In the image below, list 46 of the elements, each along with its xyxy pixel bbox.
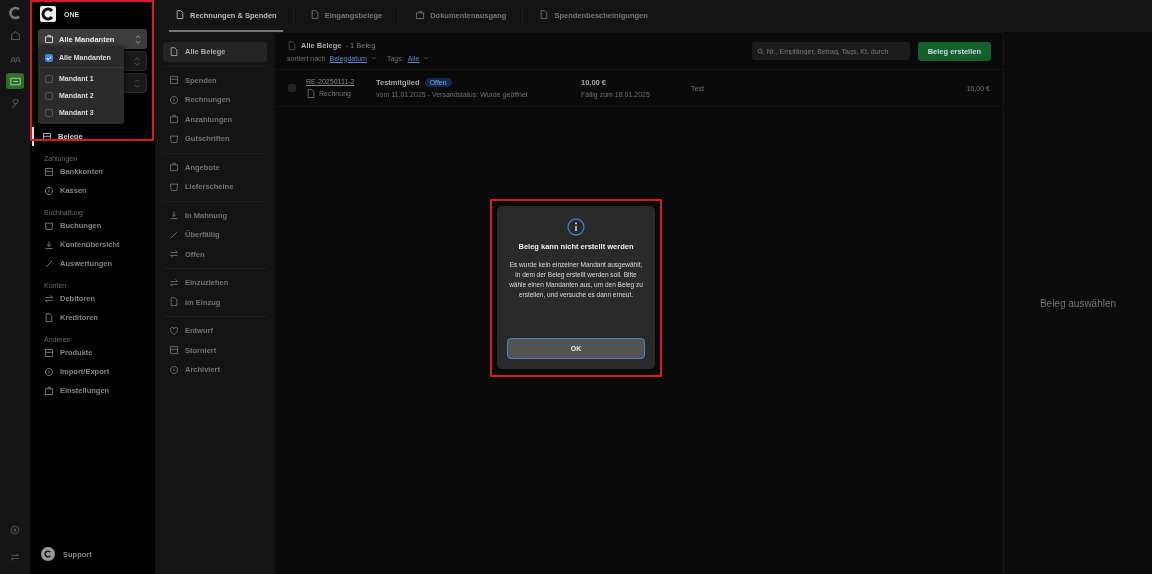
item-icon — [44, 239, 54, 250]
item-icon — [169, 364, 179, 375]
item-icon — [169, 46, 179, 57]
item-icon — [44, 293, 54, 304]
checkbox[interactable] — [288, 84, 296, 92]
brand-logo — [40, 6, 56, 22]
caret-icon — [370, 56, 377, 60]
item-icon — [169, 325, 179, 336]
item-icon — [44, 185, 54, 196]
checkbox[interactable] — [45, 108, 53, 117]
item-icon — [169, 181, 179, 192]
item-icon — [44, 220, 54, 231]
item-icon — [169, 229, 179, 240]
item-icon — [44, 312, 54, 323]
item-icon — [169, 94, 179, 105]
item-icon — [169, 162, 179, 173]
item-icon — [169, 249, 179, 260]
info-icon — [567, 218, 585, 236]
item-icon — [169, 114, 179, 125]
checkbox[interactable] — [45, 91, 53, 100]
item-icon — [44, 366, 54, 377]
item-icon — [169, 297, 179, 308]
item-icon — [169, 345, 179, 356]
chevron-icon — [135, 34, 141, 44]
item-icon — [44, 258, 54, 269]
item-icon — [169, 133, 179, 144]
item-icon — [44, 385, 54, 396]
app-logo[interactable] — [8, 6, 22, 20]
item-icon — [42, 131, 52, 142]
item-icon — [169, 277, 179, 288]
search-icon — [756, 48, 764, 55]
avatar[interactable] — [41, 547, 55, 561]
switch-icon[interactable] — [10, 552, 20, 562]
item-icon — [44, 166, 54, 177]
caret-icon — [423, 56, 430, 60]
item-icon — [169, 210, 179, 221]
item-icon — [169, 75, 179, 86]
chevron-icon — [134, 78, 140, 88]
empty-state-text: Beleg auswählen — [1039, 297, 1117, 309]
item-icon — [44, 347, 54, 358]
receipt-icon[interactable] — [6, 73, 24, 89]
checkbox[interactable] — [45, 74, 53, 83]
chevron-icon — [134, 56, 140, 66]
briefcase-icon — [44, 34, 54, 44]
checkbox[interactable] — [45, 53, 53, 62]
help-icon[interactable] — [10, 525, 20, 535]
